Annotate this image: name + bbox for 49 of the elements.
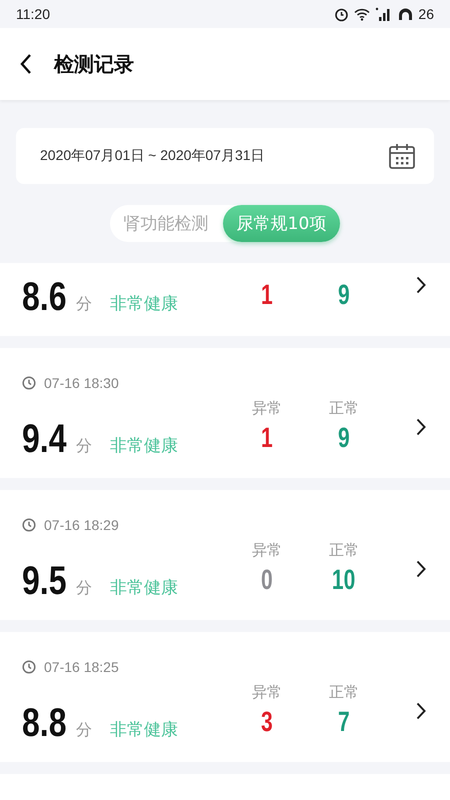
record-card[interactable]: 8.6 分 非常健康 1 9 <box>0 263 450 336</box>
normal-label: 正常 <box>329 541 359 560</box>
score-value: 8.6 <box>22 277 64 317</box>
score-unit: 分 <box>76 578 92 599</box>
abnormal-count: 3 <box>261 706 273 738</box>
date-range-text: 2020年07月01日 ~ 2020年07月31日 <box>40 147 265 165</box>
page-title: 检测记录 <box>54 50 134 78</box>
normal-count: 9 <box>338 279 350 311</box>
status-time: 11:20 <box>16 6 50 22</box>
health-status: 非常健康 <box>110 435 178 457</box>
record-card[interactable]: 07-16 18:29 9.5 分 非常健康 异常 0 正常 10 <box>0 490 450 620</box>
health-status: 非常健康 <box>110 719 178 741</box>
record-time: 07-16 18:29 <box>44 517 119 533</box>
date-range-field[interactable]: 2020年07月01日 ~ 2020年07月31日 <box>16 128 434 184</box>
score-value: 9.4 <box>22 419 64 459</box>
wifi-icon <box>354 8 370 20</box>
abnormal-count: 1 <box>261 422 273 454</box>
alarm-icon <box>334 6 350 22</box>
abnormal-label: 异常 <box>252 399 282 418</box>
clock-icon <box>22 518 36 532</box>
normal-count: 10 <box>332 564 356 596</box>
record-card[interactable]: 07-16 18:30 9.4 分 非常健康 异常 1 正常 9 <box>0 348 450 478</box>
normal-label: 正常 <box>329 683 359 702</box>
clock-icon <box>22 376 36 390</box>
score-unit: 分 <box>76 720 92 741</box>
record-time: 07-16 18:25 <box>44 659 119 675</box>
normal-count: 7 <box>338 706 350 738</box>
chevron-right-icon[interactable] <box>416 418 426 436</box>
record-card[interactable]: 07-16 18:25 8.8 分 非常健康 异常 3 正常 7 <box>0 632 450 762</box>
back-button[interactable] <box>20 53 32 75</box>
record-time: 07-16 18:30 <box>44 375 119 391</box>
chevron-right-icon[interactable] <box>416 702 426 720</box>
abnormal-count: 1 <box>261 279 273 311</box>
health-status: 非常健康 <box>110 293 178 315</box>
abnormal-label: 异常 <box>252 683 282 702</box>
chevron-right-icon[interactable] <box>416 276 426 294</box>
score-unit: 分 <box>76 294 92 315</box>
score-value: 8.8 <box>22 703 64 743</box>
normal-label: 正常 <box>329 399 359 418</box>
battery-level: 26 <box>418 6 434 22</box>
score-value: 9.5 <box>22 561 64 601</box>
abnormal-count: 0 <box>261 564 273 596</box>
chevron-right-icon[interactable] <box>416 560 426 578</box>
abnormal-label: 异常 <box>252 541 282 560</box>
normal-count: 9 <box>338 422 350 454</box>
health-status: 非常健康 <box>110 577 178 599</box>
clock-icon <box>22 660 36 674</box>
calendar-icon[interactable] <box>388 142 416 170</box>
score-unit: 分 <box>76 436 92 457</box>
